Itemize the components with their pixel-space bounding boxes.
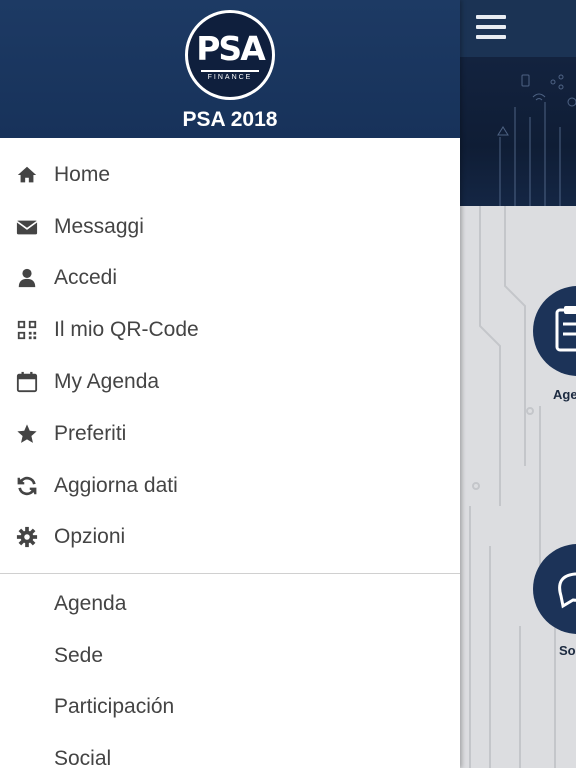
refresh-icon	[16, 475, 38, 497]
user-icon	[16, 267, 38, 289]
menu-item-qrcode[interactable]: Il mio QR-Code	[0, 304, 460, 356]
social-tile-label: So	[559, 643, 576, 658]
secondary-menu: Agenda Sede Participación Social	[0, 578, 460, 768]
menu-item-preferiti[interactable]: Preferiti	[0, 408, 460, 460]
home-icon	[16, 164, 38, 186]
menu-item-label: Preferiti	[54, 421, 127, 445]
menu-item-label: Sede	[54, 643, 104, 667]
menu-divider	[0, 573, 460, 574]
menu-item-label: Participación	[54, 695, 175, 719]
menu-item-label: Aggiorna dati	[54, 473, 178, 497]
menu-item-label: Accedi	[54, 266, 118, 290]
menu-item-aggiorna-dati[interactable]: Aggiorna dati	[0, 460, 460, 512]
event-title: PSA 2018	[182, 108, 278, 131]
gear-icon	[16, 526, 38, 548]
hamburger-menu-icon[interactable]	[476, 13, 506, 41]
agenda-tile-icon[interactable]	[533, 286, 576, 376]
menu-item-label: Home	[54, 162, 111, 186]
menu-item-label: My Agenda	[54, 370, 160, 394]
menu-item-label: Agenda	[54, 591, 127, 615]
drawer-header: PSA FINANCE PSA 2018	[0, 0, 460, 138]
menu-item-opzioni[interactable]: Opzioni	[0, 512, 460, 564]
logo-subtext: FINANCE	[207, 74, 253, 81]
menu-item-accedi[interactable]: Accedi	[0, 253, 460, 305]
menu-item-sede[interactable]: Sede	[0, 630, 460, 682]
qrcode-icon	[16, 319, 38, 341]
menu-item-label: Social	[54, 747, 112, 768]
psa-finance-logo: PSA FINANCE	[185, 10, 275, 100]
menu-item-label: Il mio QR-Code	[54, 318, 199, 342]
menu-item-label: Messaggi	[54, 214, 144, 238]
social-tile-icon[interactable]	[533, 544, 576, 634]
navigation-drawer: PSA FINANCE PSA 2018 Home Messaggi Acced…	[0, 0, 460, 768]
star-icon	[16, 423, 38, 445]
menu-item-home[interactable]: Home	[0, 149, 460, 201]
menu-item-agenda[interactable]: Agenda	[0, 578, 460, 630]
logo-wordmark: PSA	[196, 29, 266, 68]
menu-item-messaggi[interactable]: Messaggi	[0, 201, 460, 253]
agenda-tile-label: Age	[553, 387, 576, 402]
menu-item-participacion[interactable]: Participación	[0, 682, 460, 734]
main-menu: Home Messaggi Accedi Il mio QR-Code My A…	[0, 149, 460, 563]
menu-item-label: Opzioni	[54, 525, 126, 549]
menu-item-social[interactable]: Social	[0, 733, 460, 768]
envelope-icon	[16, 216, 38, 238]
calendar-icon	[16, 371, 38, 393]
menu-item-my-agenda[interactable]: My Agenda	[0, 356, 460, 408]
